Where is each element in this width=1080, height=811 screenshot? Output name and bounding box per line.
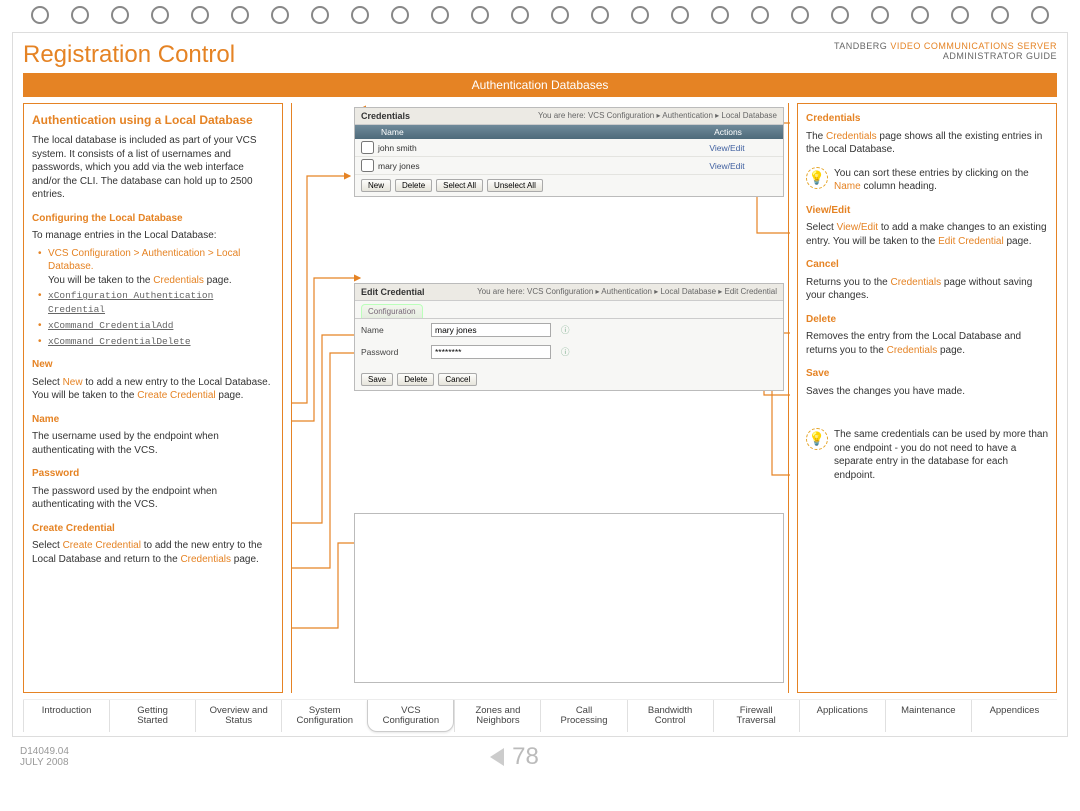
page-title: Registration Control: [23, 41, 235, 69]
tab-vcs-configuration[interactable]: VCSConfiguration: [367, 700, 454, 732]
heading-name: Name: [32, 413, 274, 427]
tab-applications[interactable]: Applications: [799, 700, 885, 732]
text-cancel: Returns you to the Credentials page with…: [806, 276, 1048, 303]
text-name: The username used by the endpoint when a…: [32, 430, 274, 457]
heading-auth-local: Authentication using a Local Database: [32, 112, 274, 128]
breadcrumb: You are here: VCS Configuration ▸ Authen…: [538, 111, 777, 121]
edit-credential-title: Edit Credential: [361, 287, 425, 297]
heading-save: Save: [806, 367, 1048, 381]
doc-header-right: TANDBERG VIDEO COMMUNICATIONS SERVER ADM…: [834, 41, 1057, 61]
lightbulb-icon: 💡: [806, 428, 828, 450]
lightbulb-icon: 💡: [806, 167, 828, 189]
breadcrumb: You are here: VCS Configuration ▸ Authen…: [477, 287, 777, 297]
tip-shared-credentials: The same credentials can be used by more…: [834, 428, 1048, 482]
page-number: 78: [490, 743, 539, 771]
view-edit-link[interactable]: View/Edit: [677, 161, 777, 171]
heading-credentials: Credentials: [806, 112, 1048, 126]
text-manage: To manage entries in the Local Database:: [32, 229, 274, 243]
tab-call-processing[interactable]: CallProcessing: [540, 700, 626, 732]
view-edit-link[interactable]: View/Edit: [677, 143, 777, 153]
text-view-edit: Select View/Edit to add a make changes t…: [806, 221, 1048, 248]
heading-view-edit: View/Edit: [806, 204, 1048, 218]
password-field[interactable]: [431, 345, 551, 359]
info-icon[interactable]: ⓘ: [561, 346, 570, 358]
new-button[interactable]: New: [361, 179, 391, 192]
tab-maintenance[interactable]: Maintenance: [885, 700, 971, 732]
unselect-all-button[interactable]: Unselect All: [487, 179, 543, 192]
configuration-tab[interactable]: Configuration: [361, 304, 423, 318]
tab-appendices[interactable]: Appendices: [971, 700, 1057, 732]
cancel-button[interactable]: Cancel: [438, 373, 477, 386]
delete-button[interactable]: Delete: [397, 373, 434, 386]
heading-cancel: Cancel: [806, 258, 1048, 272]
tab-firewall-traversal[interactable]: FirewallTraversal: [713, 700, 799, 732]
cell-name: mary jones: [378, 161, 677, 171]
row-checkbox[interactable]: [361, 141, 374, 154]
text-auth-local: The local database is included as part o…: [32, 134, 274, 202]
credentials-panel-title: Credentials: [361, 111, 410, 121]
delete-button[interactable]: Delete: [395, 179, 432, 192]
table-row: john smith View/Edit: [355, 139, 783, 157]
tip-sort: You can sort these entries by clicking o…: [834, 167, 1048, 194]
edit-credential-panel: Edit Credential You are here: VCS Config…: [354, 283, 784, 391]
column-actions: Actions: [673, 125, 783, 139]
text-delete: Removes the entry from the Local Databas…: [806, 330, 1048, 357]
tab-getting-started[interactable]: GettingStarted: [109, 700, 195, 732]
tab-overview-and-status[interactable]: Overview andStatus: [195, 700, 281, 732]
spiral-binding: [0, 0, 1080, 30]
text-new: Select New to add a new entry to the Loc…: [32, 376, 274, 403]
tab-introduction[interactable]: Introduction: [23, 700, 109, 732]
doc-id-block: D14049.04JULY 2008: [20, 746, 69, 768]
heading-new: New: [32, 358, 274, 372]
heading-password: Password: [32, 467, 274, 481]
row-checkbox[interactable]: [361, 159, 374, 172]
cell-name: john smith: [378, 143, 677, 153]
column-name[interactable]: Name: [375, 125, 673, 139]
tab-bandwidth-control[interactable]: BandwidthControl: [627, 700, 713, 732]
bottom-tabs: IntroductionGettingStartedOverview andSt…: [23, 699, 1057, 732]
prev-page-arrow-icon[interactable]: [490, 748, 504, 766]
right-column: Credentials The Credentials page shows a…: [797, 103, 1057, 693]
section-banner: Authentication Databases: [23, 73, 1057, 97]
info-icon[interactable]: ⓘ: [561, 324, 570, 336]
text-password: The password used by the endpoint when a…: [32, 485, 274, 512]
table-row: mary jones View/Edit: [355, 157, 783, 175]
cli-xconfig-auth[interactable]: xConfiguration Authentication Credential: [48, 290, 213, 315]
tab-system-configuration[interactable]: SystemConfiguration: [281, 700, 367, 732]
cli-xcommand-add[interactable]: xCommand CredentialAdd: [48, 320, 173, 331]
nav-path-item: VCS Configuration > Authentication > Loc…: [38, 247, 274, 288]
cli-xcommand-delete[interactable]: xCommand CredentialDelete: [48, 336, 191, 347]
left-column: Authentication using a Local Database Th…: [23, 103, 283, 693]
heading-create-credential: Create Credential: [32, 522, 274, 536]
text-save: Saves the changes you have made.: [806, 385, 1048, 399]
text-create-credential: Select Create Credential to add the new …: [32, 539, 274, 566]
select-all-button[interactable]: Select All: [436, 179, 483, 192]
heading-configuring: Configuring the Local Database: [32, 212, 274, 226]
middle-column: Credentials You are here: VCS Configurat…: [291, 103, 789, 693]
name-field[interactable]: [431, 323, 551, 337]
save-button[interactable]: Save: [361, 373, 393, 386]
empty-panel: [354, 513, 784, 683]
tab-zones-and-neighbors[interactable]: Zones andNeighbors: [454, 700, 540, 732]
heading-delete: Delete: [806, 313, 1048, 327]
name-label: Name: [361, 325, 421, 335]
credentials-panel: Credentials You are here: VCS Configurat…: [354, 107, 784, 197]
password-label: Password: [361, 347, 421, 357]
text-credentials: The Credentials page shows all the exist…: [806, 130, 1048, 157]
